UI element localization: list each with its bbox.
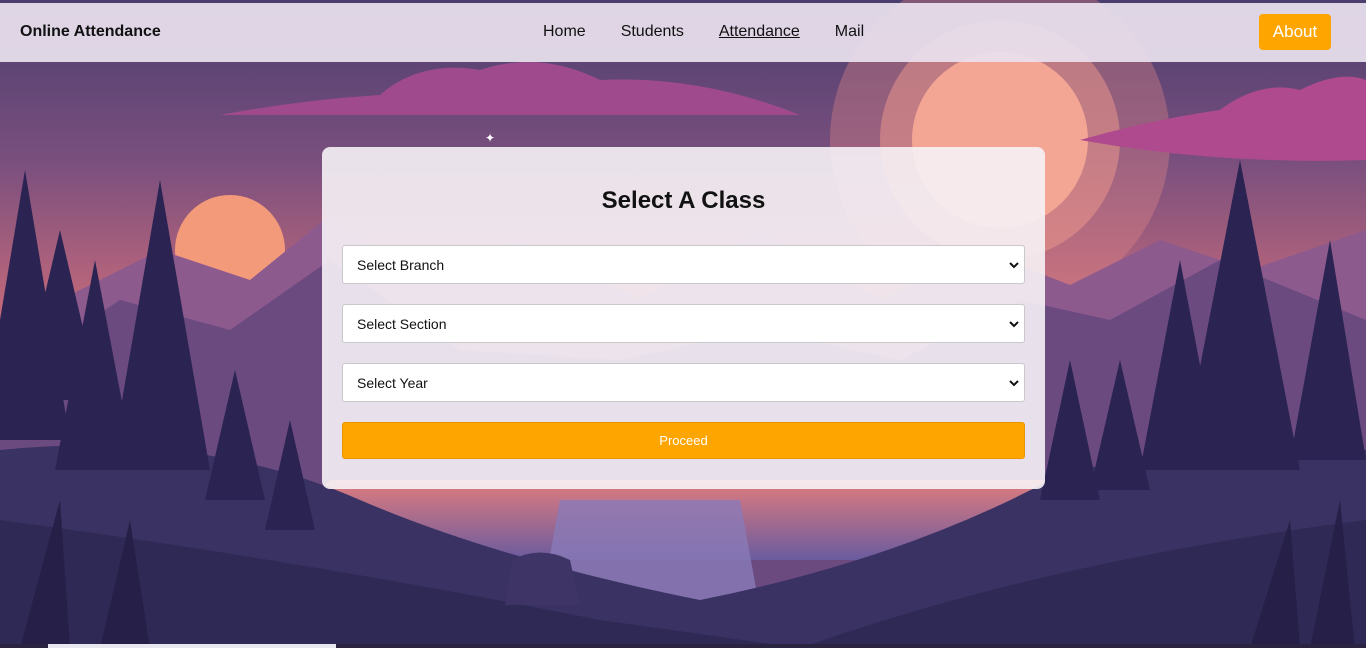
branch-select-value: Select Branch — [357, 256, 445, 273]
chevron-down-icon — [1009, 321, 1019, 328]
card-title: Select A Class — [601, 187, 766, 214]
nav-link-mail[interactable]: Mail — [835, 23, 864, 41]
nav-links: Home Students Attendance Mail — [543, 23, 864, 41]
proceed-button[interactable]: Proceed — [342, 422, 1025, 459]
nav-link-attendance[interactable]: Attendance — [719, 23, 800, 41]
branch-select[interactable]: Select Branch — [342, 245, 1025, 284]
nav-link-home[interactable]: Home — [543, 23, 586, 41]
nav-link-students[interactable]: Students — [621, 23, 684, 41]
year-select-value: Select Year — [357, 374, 428, 391]
about-button[interactable]: About — [1259, 14, 1331, 50]
brand-title: Online Attendance — [20, 23, 161, 40]
section-select[interactable]: Select Section — [342, 304, 1025, 343]
chevron-down-icon — [1009, 380, 1019, 387]
section-select-value: Select Section — [357, 315, 447, 332]
select-class-card: Select A Class Select Branch Select Sect… — [322, 147, 1045, 489]
sparkle-icon: ✦ — [485, 131, 496, 145]
year-select[interactable]: Select Year — [342, 363, 1025, 402]
top-navbar: Online Attendance Home Students Attendan… — [0, 3, 1366, 62]
chevron-down-icon — [1009, 262, 1019, 269]
